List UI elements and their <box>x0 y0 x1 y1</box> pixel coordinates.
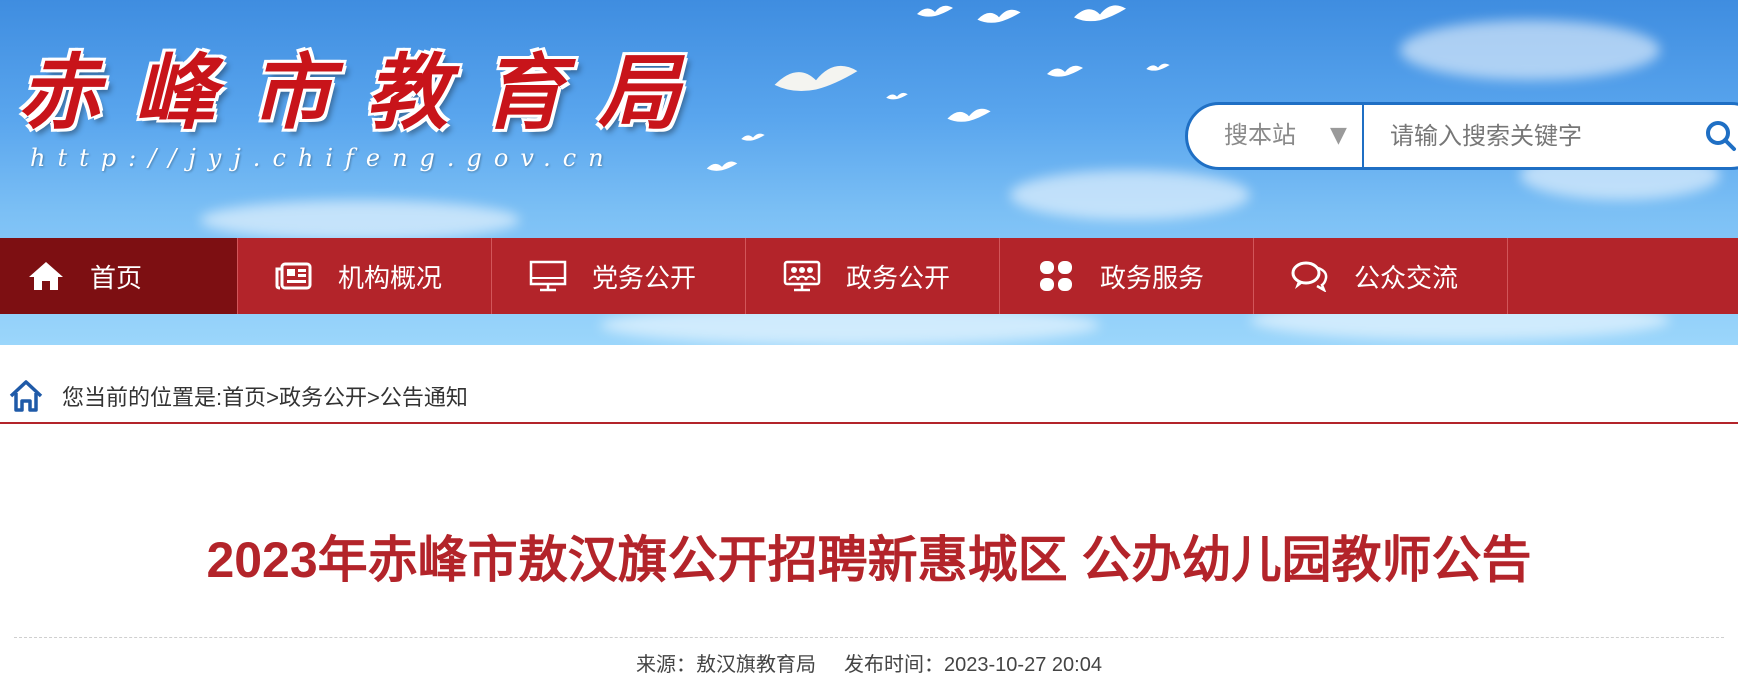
nav-item-government-affairs[interactable]: 政务公开 <box>746 238 1000 314</box>
date-value: 2023-10-27 20:04 <box>944 654 1102 676</box>
cloud <box>1400 20 1660 80</box>
cloud <box>200 200 520 240</box>
nav-label: 公众交流 <box>1354 262 1459 293</box>
search-icon[interactable] <box>1704 119 1738 153</box>
breadcrumb: 您当前的位置是:首页>政务公开>公告通知 <box>0 370 1738 424</box>
breadcrumb-link-notice[interactable]: 公告通知 <box>380 385 468 410</box>
chat-icon <box>1290 258 1330 294</box>
source-value: 敖汉旗教育局 <box>696 654 817 676</box>
site-logo[interactable]: 赤峰市教育局 http://jyj.chifeng.gov.cn <box>18 48 714 172</box>
nav-label: 党务公开 <box>592 262 697 293</box>
search-bar: 搜本站 ▼ <box>1185 102 1738 170</box>
breadcrumb-separator: > <box>266 385 279 410</box>
breadcrumb-link-home[interactable]: 首页 <box>222 385 266 410</box>
dove-icon <box>1047 65 1083 77</box>
source-label: 来源： <box>636 654 697 676</box>
nav-item-organization[interactable]: 机构概况 <box>238 238 492 314</box>
search-divider <box>1362 105 1364 167</box>
breadcrumb-link-gov[interactable]: 政务公开 <box>279 385 367 410</box>
nav-label: 机构概况 <box>338 262 443 293</box>
monitor-icon <box>528 258 568 294</box>
breadcrumb-prefix: 您当前的位置是: <box>62 385 223 410</box>
nav-label: 首页 <box>90 262 143 293</box>
nav-label: 政务公开 <box>846 262 951 293</box>
home-outline-icon <box>9 380 43 412</box>
site-logo-url: http://jyj.chifeng.gov.cn <box>30 144 616 172</box>
dove-icon <box>977 9 1021 23</box>
dove-icon <box>917 5 953 17</box>
newspaper-icon <box>274 258 314 294</box>
home-icon <box>26 258 66 294</box>
nav-label: 政务服务 <box>1100 262 1205 293</box>
site-logo-title: 赤峰市教育局 <box>18 45 714 141</box>
breadcrumb-text: 您当前的位置是:首页>政务公开>公告通知 <box>62 380 468 412</box>
nav-item-public-exchange[interactable]: 公众交流 <box>1254 238 1508 314</box>
dove-icon <box>1146 63 1170 71</box>
breadcrumb-separator: > <box>367 385 380 410</box>
dove-icon <box>741 133 765 141</box>
article-meta: 来源：敖汉旗教育局 发布时间：2023-10-27 20:04 <box>0 648 1738 677</box>
article-title: 2023年赤峰市敖汉旗公开招聘新惠城区 公办幼儿园教师公告 <box>206 532 1532 588</box>
people-screen-icon <box>782 258 822 294</box>
dove-icon <box>886 92 908 100</box>
nav-item-government-services[interactable]: 政务服务 <box>1000 238 1254 314</box>
cloud <box>1010 170 1250 220</box>
divider <box>14 637 1724 638</box>
dove-icon <box>947 108 991 122</box>
main-nav: 首页 机构概况 党务公开 政务公开 政务服务 公众交流 <box>0 238 1738 314</box>
search-input[interactable] <box>1388 115 1692 159</box>
date-label: 发布时间： <box>844 654 945 676</box>
grid-icon <box>1036 258 1076 294</box>
nav-item-party-affairs[interactable]: 党务公开 <box>492 238 746 314</box>
dove-icon <box>1074 5 1126 22</box>
dove-icon <box>774 65 858 92</box>
dropdown-arrow-icon[interactable]: ▼ <box>1330 105 1347 167</box>
search-scope-select[interactable]: 搜本站 <box>1224 105 1296 167</box>
nav-item-home[interactable]: 首页 <box>0 238 238 314</box>
